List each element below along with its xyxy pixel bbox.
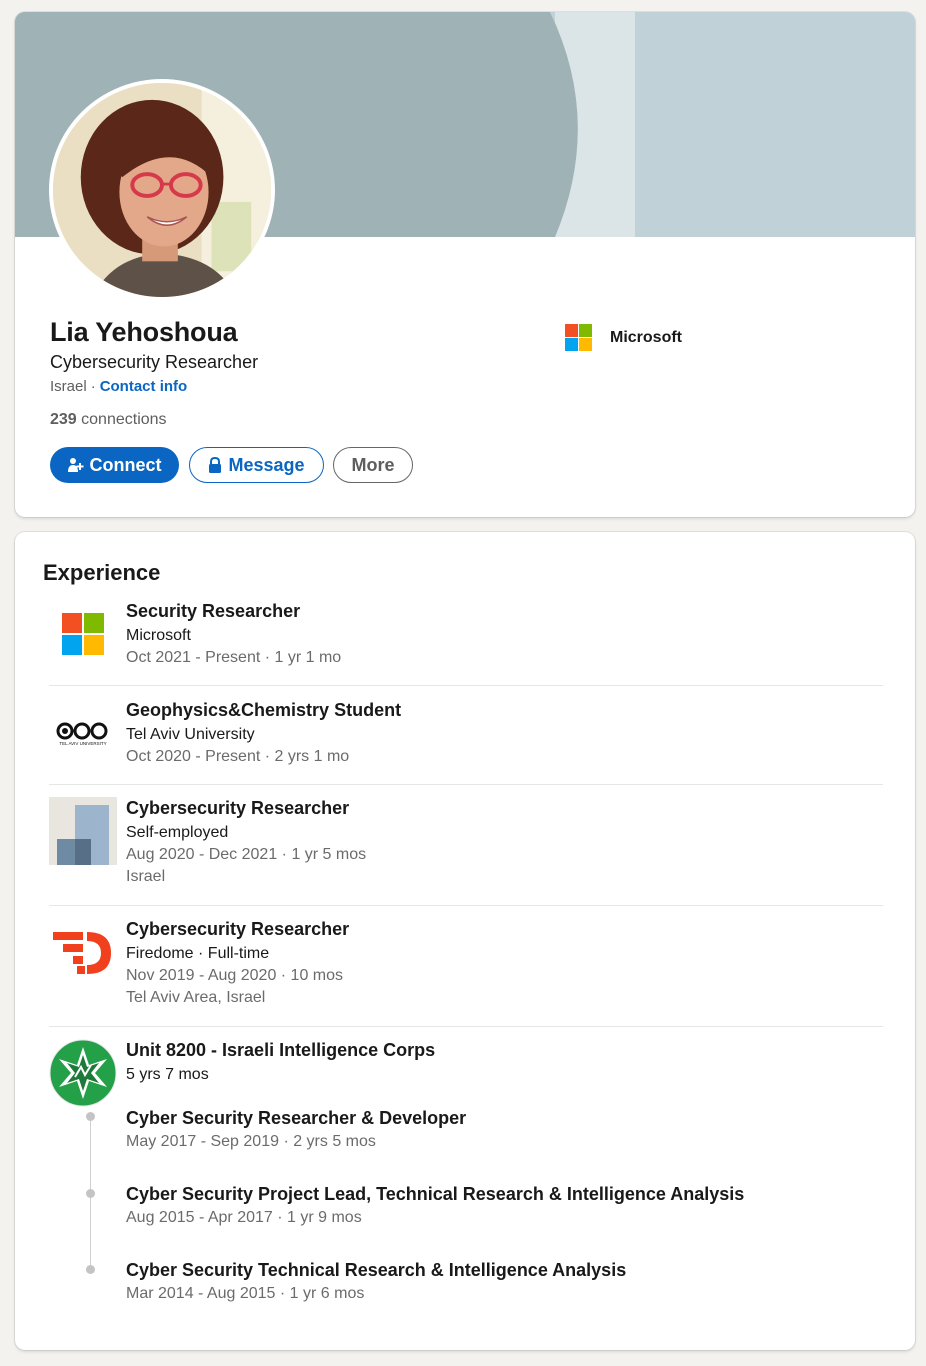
experience-item-self-employed[interactable]: Cybersecurity Researcher Self-employed A…: [49, 797, 883, 897]
message-button-label: Message: [228, 454, 305, 475]
experience-company: Self-employed: [126, 824, 229, 841]
sub-role-dates: May 2017 - Sep 2019 · 2 yrs 5 mos: [126, 1133, 376, 1150]
experience-title: Cybersecurity Researcher: [126, 919, 350, 939]
company-placeholder-icon: [49, 797, 117, 865]
timeline-dot: [86, 1112, 95, 1121]
connect-button-label: Connect: [89, 454, 162, 475]
experience-title: Cybersecurity Researcher: [126, 798, 350, 818]
microsoft-logo-icon: [565, 324, 592, 351]
sub-role-dates: Aug 2015 - Apr 2017 · 1 yr 9 mos: [126, 1209, 362, 1226]
microsoft-logo-icon: [62, 613, 104, 655]
experience-heading: Experience: [43, 560, 161, 585]
experience-title: Unit 8200 - Israeli Intelligence Corps: [126, 1040, 436, 1060]
sub-role-item[interactable]: Cyber Security Technical Research & Inte…: [126, 1259, 626, 1305]
experience-item-microsoft[interactable]: Security Researcher Microsoft Oct 2021 -…: [49, 600, 883, 680]
experience-card: Experience Security Researcher Microsoft…: [15, 532, 915, 1350]
divider: [49, 685, 883, 686]
current-company-name: Microsoft: [610, 328, 682, 346]
experience-title: Security Researcher: [126, 601, 301, 621]
experience-dates: Nov 2019 - Aug 2020 · 10 mos: [126, 967, 344, 984]
experience-item-tel-aviv-university[interactable]: TEL AVIV UNIVERSITY Geophysics&Chemistry…: [49, 699, 883, 779]
experience-company: Firedome · Full-time: [126, 945, 270, 962]
connections-count-line: 239 connections: [50, 411, 167, 429]
message-button[interactable]: Message: [189, 447, 324, 483]
tau-logo-text: TEL AVIV UNIVERSITY: [59, 741, 106, 746]
current-company[interactable]: Microsoft: [565, 324, 682, 351]
divider: [49, 784, 883, 785]
divider: [49, 1026, 883, 1027]
experience-title: Geophysics&Chemistry Student: [126, 700, 402, 720]
connect-button[interactable]: Connect: [50, 447, 179, 483]
sub-role-title: Cyber Security Technical Research & Inte…: [126, 1260, 627, 1280]
divider: [49, 905, 883, 906]
firedome-logo-icon: [53, 932, 111, 974]
experience-company: Microsoft: [126, 627, 191, 644]
separator: ·: [90, 378, 96, 395]
connections-label: connections: [81, 411, 167, 428]
timeline-dot: [86, 1265, 95, 1274]
experience-location: Tel Aviv Area, Israel: [126, 989, 266, 1006]
sub-role-title: Cyber Security Researcher & Developer: [126, 1108, 467, 1128]
more-button-label: More: [351, 454, 395, 475]
sub-role-item[interactable]: Cyber Security Project Lead, Technical R…: [126, 1183, 744, 1229]
experience-duration: 5 yrs 7 mos: [126, 1066, 209, 1083]
experience-location: Israel: [126, 868, 166, 885]
sub-role-item[interactable]: Cyber Security Researcher & Developer Ma…: [126, 1107, 466, 1153]
profile-avatar[interactable]: [49, 79, 275, 301]
experience-dates: Oct 2021 - Present · 1 yr 1 mo: [126, 649, 342, 666]
tel-aviv-university-logo-icon: TEL AVIV UNIVERSITY: [56, 722, 108, 746]
profile-card: Lia Yehoshoua Cybersecurity Researcher I…: [15, 12, 915, 517]
lock-icon: [208, 457, 222, 473]
profile-location: Israel: [50, 378, 87, 395]
experience-company: Tel Aviv University: [126, 726, 255, 743]
experience-dates: Oct 2020 - Present · 2 yrs 1 mo: [126, 748, 350, 765]
sub-role-dates: Mar 2014 - Aug 2015 · 1 yr 6 mos: [126, 1285, 365, 1302]
profile-name: Lia Yehoshoua: [50, 317, 238, 347]
timeline-dot: [86, 1189, 95, 1198]
profile-location-line: Israel · Contact info: [50, 378, 187, 395]
connections-count: 239: [50, 411, 77, 428]
more-button[interactable]: More: [333, 447, 413, 483]
contact-info-link[interactable]: Contact info: [100, 378, 188, 395]
profile-headline: Cybersecurity Researcher: [50, 352, 259, 372]
unit-8200-logo-icon: [49, 1039, 117, 1107]
experience-item-firedome[interactable]: Cybersecurity Researcher Firedome · Full…: [49, 918, 883, 1018]
add-person-icon: [67, 457, 84, 473]
experience-dates: Aug 2020 - Dec 2021 · 1 yr 5 mos: [126, 846, 367, 863]
sub-role-title: Cyber Security Project Lead, Technical R…: [126, 1184, 745, 1204]
